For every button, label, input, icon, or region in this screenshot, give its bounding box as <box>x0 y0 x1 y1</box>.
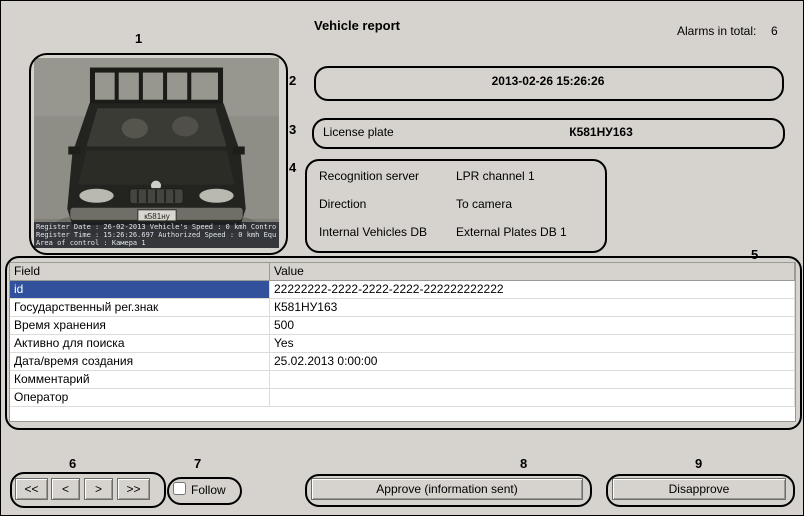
license-plate-label: License plate <box>323 125 394 139</box>
table-cell-value[interactable]: 22222222-2222-2222-2222-222222222222 <box>270 281 795 299</box>
direction-value: To camera <box>456 197 512 211</box>
photo-overlay-line-3: Area of control : Камера 1 <box>36 239 277 247</box>
first-record-button[interactable]: << <box>15 478 48 500</box>
photo-overlay-text: Register Date : 26-02-2013 Vehicle's Spe… <box>34 222 279 248</box>
table-cell-value[interactable]: Yes <box>270 335 795 353</box>
table-cell-field[interactable]: id <box>10 281 270 299</box>
recognition-server-value: LPR channel 1 <box>456 169 535 183</box>
table-row-operator[interactable]: Оператор <box>10 389 795 407</box>
capture-timestamp: 2013-02-26 15:26:26 <box>314 66 782 97</box>
vehicle-photo-image: к581ну <box>34 58 279 248</box>
license-plate-value: К581НУ163 <box>451 125 751 139</box>
photo-license-plate: к581ну <box>144 212 169 221</box>
follow-label[interactable]: Follow <box>191 483 226 497</box>
table-cell-value[interactable] <box>270 389 795 407</box>
vehicle-properties-table: Field Value id 22222222-2222-2222-2222-2… <box>9 262 796 422</box>
column-header-value[interactable]: Value <box>270 263 795 281</box>
table-cell-field[interactable]: Время хранения <box>10 317 270 335</box>
photo-overlay-line-1: Register Date : 26-02-2013 Vehicle's Spe… <box>36 223 277 231</box>
table-row-storage-time[interactable]: Время хранения 500 <box>10 317 795 335</box>
table-cell-value[interactable]: 500 <box>270 317 795 335</box>
photo-overlay-line-2: Register Time : 15:26:26.697 Authorized … <box>36 231 277 239</box>
annotation-number-6: 6 <box>69 456 76 471</box>
annotation-number-2: 2 <box>289 73 296 88</box>
vehicle-report-window: Vehicle report Alarms in total: 6 <box>0 0 804 516</box>
approve-button[interactable]: Approve (information sent) <box>311 478 583 500</box>
table-row-id[interactable]: id 22222222-2222-2222-2222-222222222222 <box>10 281 795 299</box>
vehicle-photo: к581ну Register Date : 26-02-2013 Vehicl… <box>34 58 279 248</box>
page-title: Vehicle report <box>314 18 400 33</box>
annotation-number-1: 1 <box>135 31 142 46</box>
table-row-active-for-search[interactable]: Активно для поиска Yes <box>10 335 795 353</box>
next-record-button[interactable]: > <box>84 478 113 500</box>
annotation-number-7: 7 <box>194 456 201 471</box>
table-cell-field[interactable]: Оператор <box>10 389 270 407</box>
table-header: Field Value <box>10 263 795 281</box>
annotation-number-5: 5 <box>751 247 758 262</box>
annotation-number-3: 3 <box>289 122 296 137</box>
column-header-field[interactable]: Field <box>10 263 270 281</box>
table-row-comment[interactable]: Комментарий <box>10 371 795 389</box>
annotation-number-8: 8 <box>520 456 527 471</box>
table-cell-value[interactable] <box>270 371 795 389</box>
table-cell-field[interactable]: Государственный рег.знак <box>10 299 270 317</box>
table-cell-value[interactable]: К581НУ163 <box>270 299 795 317</box>
annotation-number-4: 4 <box>289 160 296 175</box>
annotation-number-9: 9 <box>695 456 702 471</box>
alarms-total-count: 6 <box>771 24 778 38</box>
table-cell-field[interactable]: Активно для поиска <box>10 335 270 353</box>
table-row-reg-number[interactable]: Государственный рег.знак К581НУ163 <box>10 299 795 317</box>
table-cell-value[interactable]: 25.02.2013 0:00:00 <box>270 353 795 371</box>
alarms-total-label: Alarms in total: <box>677 24 756 38</box>
internal-db-value: External Plates DB 1 <box>456 225 567 239</box>
table-cell-field[interactable]: Дата/время создания <box>10 353 270 371</box>
table-cell-field[interactable]: Комментарий <box>10 371 270 389</box>
internal-db-label: Internal Vehicles DB <box>319 225 427 239</box>
previous-record-button[interactable]: < <box>51 478 80 500</box>
direction-label: Direction <box>319 197 366 211</box>
table-row-creation-date[interactable]: Дата/время создания 25.02.2013 0:00:00 <box>10 353 795 371</box>
disapprove-button[interactable]: Disapprove <box>612 478 786 500</box>
follow-checkbox[interactable] <box>173 482 186 495</box>
recognition-server-label: Recognition server <box>319 169 419 183</box>
last-record-button[interactable]: >> <box>117 478 150 500</box>
